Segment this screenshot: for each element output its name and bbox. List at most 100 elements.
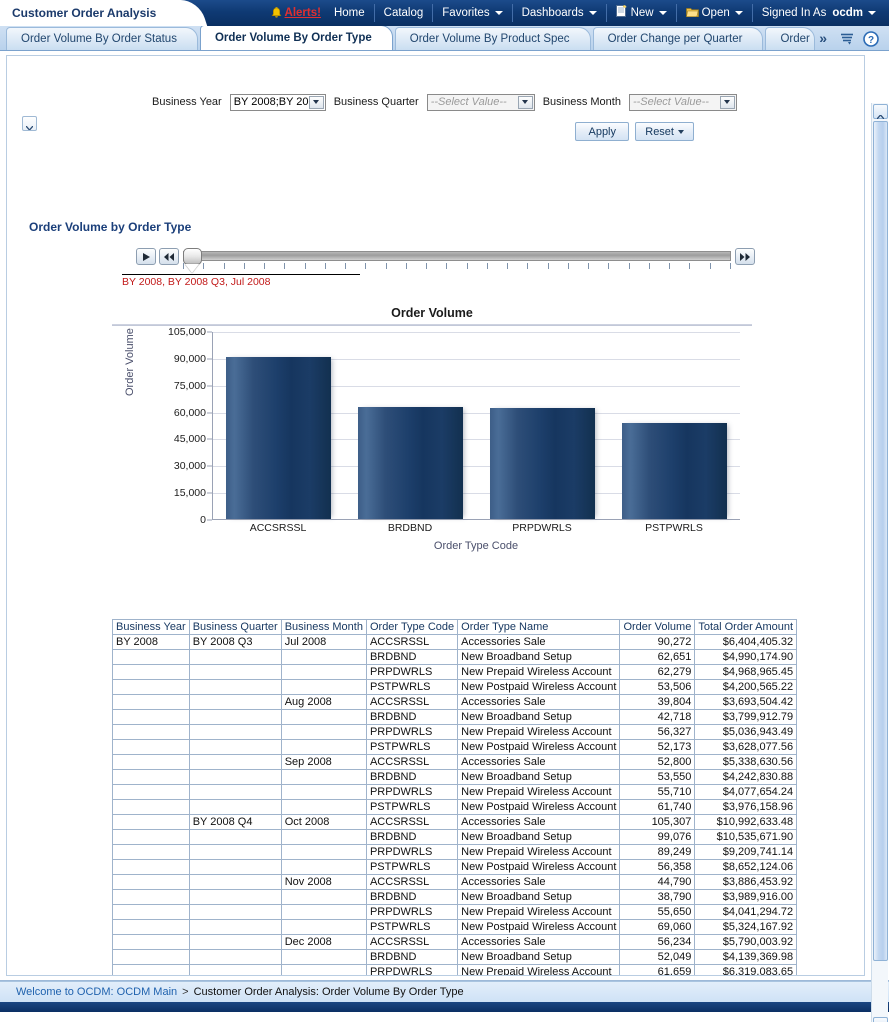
cell-year[interactable] bbox=[113, 935, 190, 950]
table-row[interactable]: PSTPWRLSNew Postpaid Wireless Account69,… bbox=[113, 920, 797, 935]
cell-code[interactable]: ACCSRSSL bbox=[366, 935, 457, 950]
business-month-select[interactable]: --Select Value-- bbox=[629, 94, 737, 111]
cell-quarter[interactable]: BY 2008 Q4 bbox=[189, 815, 281, 830]
cell-quarter[interactable] bbox=[189, 935, 281, 950]
cell-month[interactable] bbox=[281, 830, 366, 845]
cell-quarter[interactable] bbox=[189, 725, 281, 740]
cell-code[interactable]: PRPDWRLS bbox=[366, 965, 457, 977]
cell-name[interactable]: New Prepaid Wireless Account bbox=[458, 665, 620, 680]
cell-quarter[interactable] bbox=[189, 845, 281, 860]
cell-name[interactable]: New Broadband Setup bbox=[458, 770, 620, 785]
step-back-icon[interactable] bbox=[159, 248, 179, 265]
cell-code[interactable]: BRDBND bbox=[366, 890, 457, 905]
nav-favorites[interactable]: Favorites bbox=[433, 4, 512, 22]
cell-year[interactable] bbox=[113, 770, 190, 785]
cell-name[interactable]: New Postpaid Wireless Account bbox=[458, 920, 620, 935]
col-order-volume[interactable]: Order Volume bbox=[620, 620, 695, 635]
scroll-up-button[interactable] bbox=[873, 104, 888, 119]
cell-year[interactable] bbox=[113, 680, 190, 695]
cell-year[interactable] bbox=[113, 650, 190, 665]
cell-name[interactable]: New Broadband Setup bbox=[458, 830, 620, 845]
cell-code[interactable]: BRDBND bbox=[366, 650, 457, 665]
tab-order-volume-by-order-status[interactable]: Order Volume By Order Status bbox=[6, 27, 198, 50]
cell-quarter[interactable] bbox=[189, 680, 281, 695]
cell-month[interactable] bbox=[281, 770, 366, 785]
cell-quarter[interactable] bbox=[189, 830, 281, 845]
cell-code[interactable]: ACCSRSSL bbox=[366, 815, 457, 830]
cell-month[interactable] bbox=[281, 710, 366, 725]
reset-button[interactable]: Reset bbox=[635, 122, 694, 141]
cell-quarter[interactable] bbox=[189, 785, 281, 800]
cell-name[interactable]: Accessories Sale bbox=[458, 755, 620, 770]
col-order-type-name[interactable]: Order Type Name bbox=[458, 620, 620, 635]
cell-code[interactable]: PSTPWRLS bbox=[366, 800, 457, 815]
cell-month[interactable]: Nov 2008 bbox=[281, 875, 366, 890]
cell-name[interactable]: New Broadband Setup bbox=[458, 710, 620, 725]
cell-month[interactable] bbox=[281, 845, 366, 860]
cell-quarter[interactable] bbox=[189, 695, 281, 710]
cell-year[interactable] bbox=[113, 875, 190, 890]
cell-year[interactable] bbox=[113, 830, 190, 845]
step-forward-icon[interactable] bbox=[735, 248, 755, 265]
help-icon[interactable]: ? bbox=[863, 31, 879, 47]
cell-code[interactable]: PSTPWRLS bbox=[366, 860, 457, 875]
cell-code[interactable]: PRPDWRLS bbox=[366, 785, 457, 800]
cell-month[interactable] bbox=[281, 650, 366, 665]
cell-quarter[interactable] bbox=[189, 875, 281, 890]
cell-quarter[interactable] bbox=[189, 800, 281, 815]
cell-year[interactable] bbox=[113, 845, 190, 860]
play-icon[interactable] bbox=[136, 248, 156, 265]
cell-year[interactable] bbox=[113, 905, 190, 920]
cell-quarter[interactable] bbox=[189, 920, 281, 935]
cell-year[interactable] bbox=[113, 800, 190, 815]
cell-quarter[interactable]: BY 2008 Q3 bbox=[189, 635, 281, 650]
table-row[interactable]: Sep 2008ACCSRSSLAccessories Sale52,800$5… bbox=[113, 755, 797, 770]
cell-name[interactable]: New Prepaid Wireless Account bbox=[458, 845, 620, 860]
bar-column[interactable] bbox=[213, 332, 345, 519]
cell-year[interactable]: BY 2008 bbox=[113, 635, 190, 650]
nav-dashboards[interactable]: Dashboards bbox=[513, 4, 607, 22]
cell-code[interactable]: PRPDWRLS bbox=[366, 725, 457, 740]
bar-column[interactable] bbox=[345, 332, 477, 519]
cell-year[interactable] bbox=[113, 710, 190, 725]
cell-month[interactable] bbox=[281, 725, 366, 740]
table-row[interactable]: PRPDWRLSNew Prepaid Wireless Account55,6… bbox=[113, 905, 797, 920]
cell-name[interactable]: Accessories Sale bbox=[458, 695, 620, 710]
cell-code[interactable]: BRDBND bbox=[366, 770, 457, 785]
table-row[interactable]: Dec 2008ACCSRSSLAccessories Sale56,234$5… bbox=[113, 935, 797, 950]
cell-name[interactable]: New Postpaid Wireless Account bbox=[458, 800, 620, 815]
cell-code[interactable]: ACCSRSSL bbox=[366, 755, 457, 770]
scroll-down-button[interactable] bbox=[873, 1017, 888, 1022]
bar[interactable] bbox=[358, 407, 463, 519]
table-row[interactable]: PRPDWRLSNew Prepaid Wireless Account61,6… bbox=[113, 965, 797, 977]
chevron-down-icon[interactable] bbox=[518, 96, 533, 109]
tab-order-change-per-quarter[interactable]: Order Change per Quarter bbox=[593, 27, 764, 50]
chevron-down-icon[interactable] bbox=[309, 96, 324, 109]
slider-track[interactable] bbox=[183, 251, 731, 261]
cell-code[interactable]: PSTPWRLS bbox=[366, 680, 457, 695]
cell-code[interactable]: BRDBND bbox=[366, 830, 457, 845]
table-row[interactable]: BY 2008BY 2008 Q3Jul 2008ACCSRSSLAccesso… bbox=[113, 635, 797, 650]
tab-order-volume-b[interactable]: Order Volume B bbox=[765, 27, 815, 50]
cell-month[interactable] bbox=[281, 890, 366, 905]
cell-name[interactable]: New Prepaid Wireless Account bbox=[458, 725, 620, 740]
time-slider[interactable]: BY 2008, BY 2008 Q3, Jul 2008 bbox=[127, 248, 755, 290]
tab-order-volume-by-product-spec[interactable]: Order Volume By Product Spec bbox=[395, 27, 591, 50]
col-business-month[interactable]: Business Month bbox=[281, 620, 366, 635]
cell-name[interactable]: Accessories Sale bbox=[458, 935, 620, 950]
cell-month[interactable] bbox=[281, 950, 366, 965]
cell-name[interactable]: New Prepaid Wireless Account bbox=[458, 905, 620, 920]
cell-year[interactable] bbox=[113, 665, 190, 680]
cell-year[interactable] bbox=[113, 785, 190, 800]
table-row[interactable]: PSTPWRLSNew Postpaid Wireless Account53,… bbox=[113, 680, 797, 695]
table-row[interactable]: BRDBNDNew Broadband Setup42,718$3,799,91… bbox=[113, 710, 797, 725]
nav-catalog[interactable]: Catalog bbox=[375, 4, 434, 22]
nav-new[interactable]: New bbox=[607, 4, 677, 22]
cell-name[interactable]: New Postpaid Wireless Account bbox=[458, 860, 620, 875]
cell-name[interactable]: New Broadband Setup bbox=[458, 650, 620, 665]
cell-code[interactable]: BRDBND bbox=[366, 710, 457, 725]
col-business-quarter[interactable]: Business Quarter bbox=[189, 620, 281, 635]
cell-quarter[interactable] bbox=[189, 740, 281, 755]
cell-name[interactable]: New Postpaid Wireless Account bbox=[458, 740, 620, 755]
cell-year[interactable] bbox=[113, 860, 190, 875]
